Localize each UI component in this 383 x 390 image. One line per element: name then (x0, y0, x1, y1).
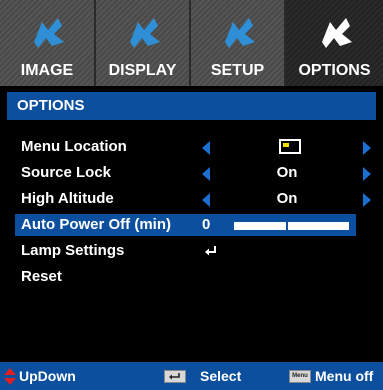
arrow-left-icon[interactable] (202, 193, 210, 207)
enter-key-icon (164, 370, 186, 383)
menu-off-label: Menu off (315, 368, 374, 384)
updown-label: UpDown (19, 368, 76, 384)
menu-item-value: On (276, 164, 298, 181)
menu-item-label: Auto Power Off (min) (21, 216, 171, 233)
arrow-right-icon[interactable] (363, 193, 371, 207)
menu-item-source-lock[interactable]: Source Lock On (7, 162, 376, 184)
footer-bar: UpDown Select Menu Menu off (0, 362, 383, 390)
updown-icon (4, 368, 16, 385)
puzzle-icon (129, 18, 160, 48)
tab-label: SETUP (210, 62, 265, 79)
slider-value: 0 (202, 216, 211, 233)
auto-power-off-slider[interactable] (233, 219, 350, 233)
tab-setup[interactable]: SETUP (191, 0, 286, 86)
tab-bar: IMAGE DISPLAY SETUP OPTIONS (0, 0, 383, 86)
select-label: Select (200, 368, 242, 384)
menu-panel: Menu Location Source Lock On High Altitu… (7, 126, 376, 362)
puzzle-icon (321, 18, 352, 48)
tab-label: IMAGE (20, 62, 74, 79)
osd-menu: IMAGE DISPLAY SETUP OPTIONS OPTIONS Menu… (0, 0, 383, 390)
menu-item-menu-location[interactable]: Menu Location (7, 136, 376, 158)
menu-item-lamp-settings[interactable]: Lamp Settings (7, 240, 376, 262)
menu-item-label: Lamp Settings (21, 242, 125, 259)
section-title: OPTIONS (17, 97, 85, 114)
menu-item-label: Reset (21, 268, 62, 285)
enter-icon (205, 246, 216, 256)
menu-item-label: Menu Location (21, 138, 127, 155)
puzzle-icon (224, 18, 255, 48)
arrow-right-icon[interactable] (363, 167, 371, 181)
menu-item-high-altitude[interactable]: High Altitude On (7, 188, 376, 210)
menu-item-label: Source Lock (21, 164, 112, 181)
menu-item-reset[interactable]: Reset (7, 266, 376, 288)
arrow-right-icon[interactable] (363, 141, 371, 155)
arrow-left-icon[interactable] (202, 167, 210, 181)
tab-label: DISPLAY (108, 62, 177, 79)
menu-location-icon (279, 139, 301, 154)
menu-key-icon: Menu (289, 370, 311, 383)
tab-options[interactable]: OPTIONS (286, 0, 383, 86)
slider-thumb[interactable] (285, 219, 288, 233)
arrow-left-icon[interactable] (202, 141, 210, 155)
menu-item-value: On (276, 190, 298, 207)
tab-image[interactable]: IMAGE (0, 0, 96, 86)
menu-item-label: High Altitude (21, 190, 114, 207)
menu-item-auto-power-off[interactable]: Auto Power Off (min) 0 (7, 214, 376, 236)
puzzle-icon (34, 18, 64, 48)
tab-display[interactable]: DISPLAY (96, 0, 191, 86)
tab-label: OPTIONS (298, 62, 371, 79)
section-header: OPTIONS (7, 92, 376, 120)
